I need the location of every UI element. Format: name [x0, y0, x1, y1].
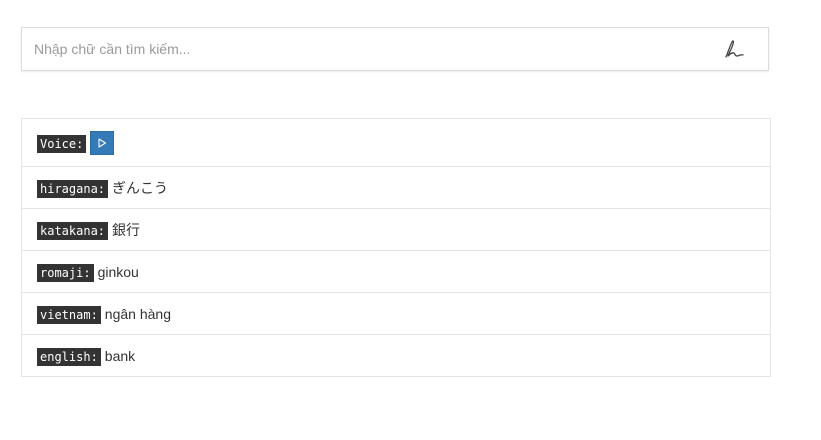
voice-row: Voice: [22, 119, 770, 166]
search-box [21, 27, 769, 71]
katakana-value: 銀行 [112, 221, 141, 238]
handwriting-pen-icon[interactable] [722, 38, 746, 60]
hiragana-label: hiragana: [37, 180, 109, 198]
romaji-label: romaji: [37, 264, 94, 282]
list-item-katakana: katakana: 銀行 [22, 208, 770, 250]
voice-label: Voice: [37, 135, 87, 153]
vietnam-value: ngân hàng [104, 305, 171, 322]
romaji-value: ginkou [97, 263, 139, 280]
list-item-romaji: romaji: ginkou [22, 250, 770, 292]
search-input[interactable] [22, 28, 712, 70]
play-button[interactable] [90, 130, 115, 155]
result-list: Voice: hiragana: ぎんこう katakana: 銀行 romaj… [21, 118, 771, 377]
list-item-hiragana: hiragana: ぎんこう [22, 166, 770, 208]
english-value: bank [104, 347, 136, 364]
english-label: english: [37, 348, 101, 366]
vietnam-label: vietnam: [37, 306, 101, 324]
play-icon [98, 137, 107, 148]
katakana-label: katakana: [37, 222, 109, 240]
hiragana-value: ぎんこう [112, 179, 169, 196]
list-item-vietnam: vietnam: ngân hàng [22, 292, 770, 334]
list-item-english: english: bank [22, 334, 770, 376]
